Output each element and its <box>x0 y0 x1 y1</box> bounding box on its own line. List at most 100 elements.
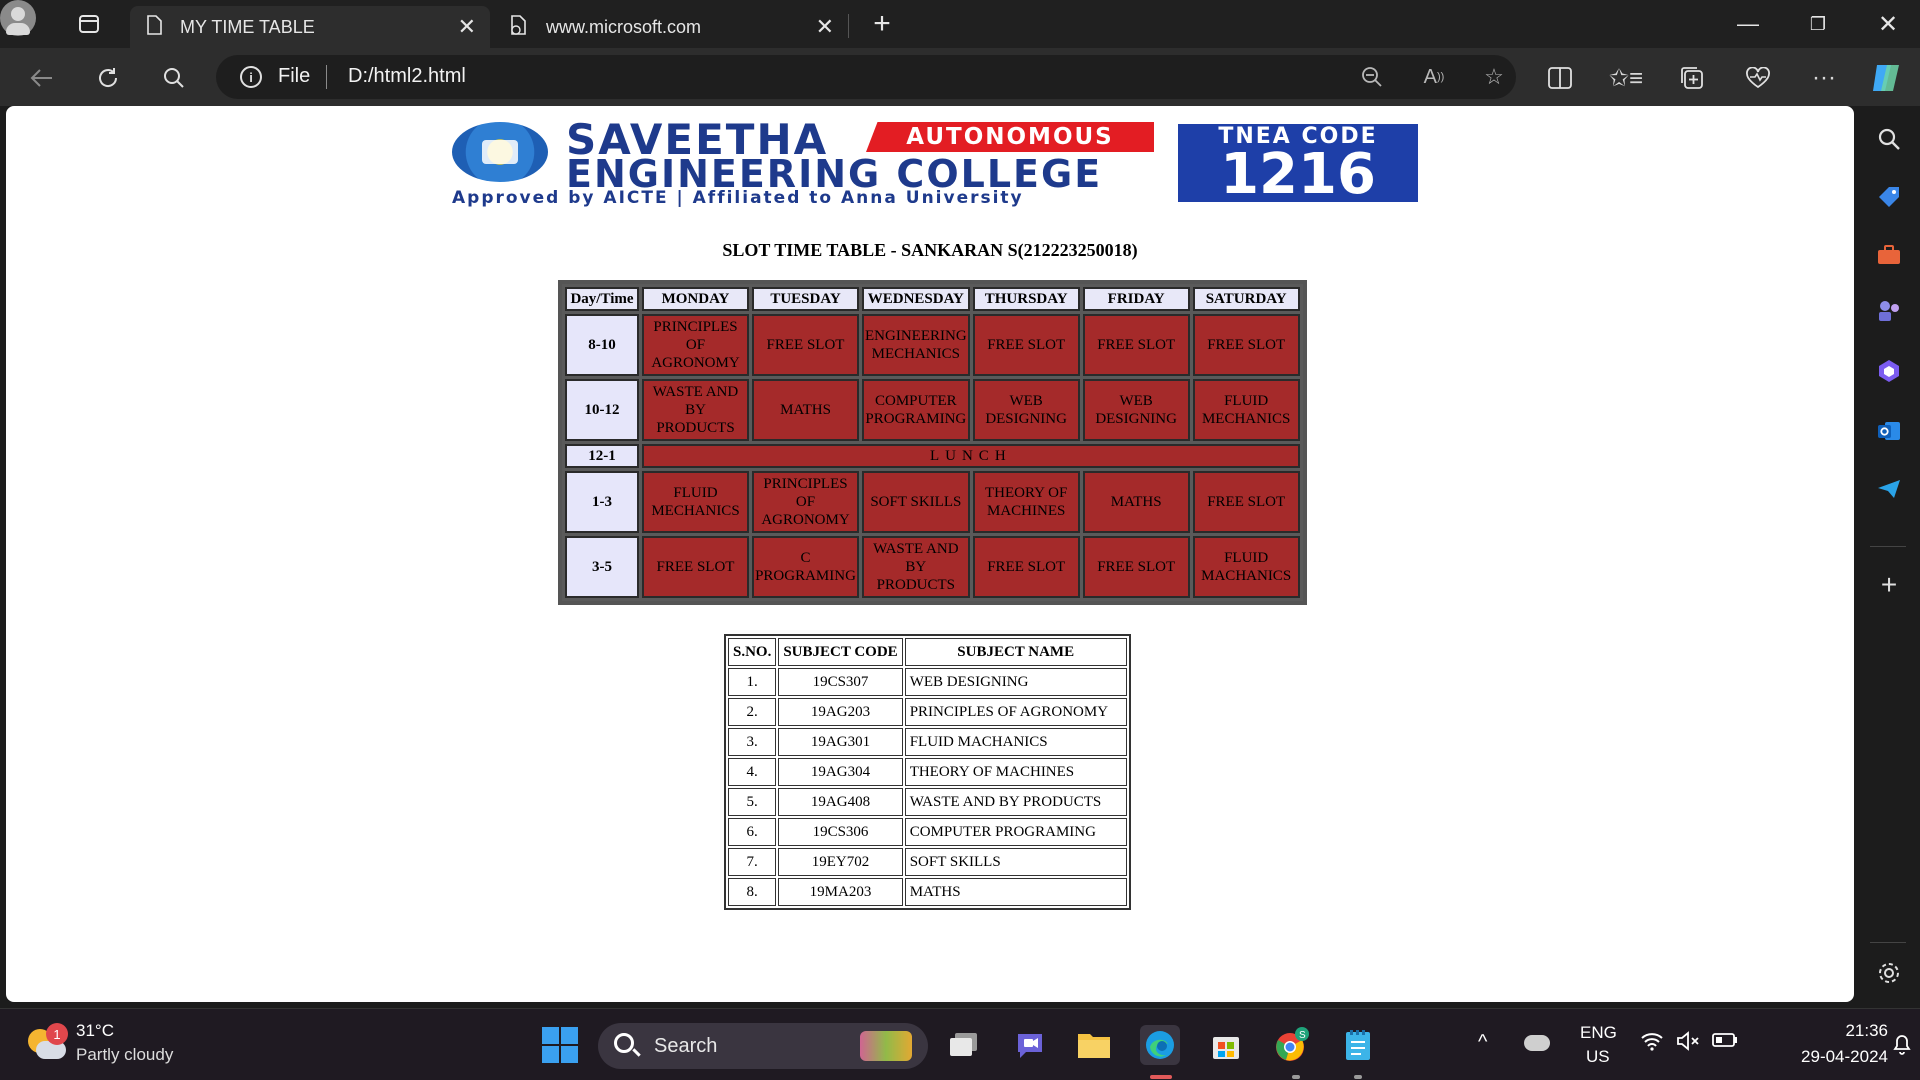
running-indicator <box>1292 1075 1300 1079</box>
copilot-sidebar-icon[interactable] <box>1874 356 1904 386</box>
microsoft-store-icon[interactable] <box>1206 1025 1246 1065</box>
settings-gear-icon[interactable] <box>1874 958 1904 988</box>
chevron-up-icon[interactable]: ^ <box>1478 1031 1487 1054</box>
tab-my-time-table[interactable]: MY TIME TABLE ✕ <box>130 6 490 48</box>
name-cell: COMPUTER PROGRAMING <box>904 818 1127 846</box>
task-view-icon[interactable] <box>944 1025 984 1065</box>
window-close-button[interactable]: ✕ <box>1860 0 1916 48</box>
file-explorer-icon[interactable] <box>1074 1025 1114 1065</box>
table-row: 5. 19AG408 WASTE AND BY PRODUCTS <box>728 788 1127 816</box>
address-url[interactable]: D:/html2.html <box>348 65 466 88</box>
close-tab-icon[interactable]: ✕ <box>458 14 476 40</box>
sidebar-search-icon[interactable] <box>1874 124 1904 154</box>
slot-cell: THEORY OF MACHINES <box>972 471 1080 533</box>
split-screen-icon[interactable] <box>1540 58 1580 98</box>
time-cell: 1-3 <box>565 471 639 533</box>
new-tab-button[interactable]: + <box>862 0 902 48</box>
volume-muted-icon[interactable] <box>1676 1031 1702 1057</box>
edge-browser-icon[interactable] <box>1140 1025 1180 1065</box>
header-day-time: Day/Time <box>565 287 639 311</box>
more-options-icon[interactable]: ··· <box>1804 58 1844 98</box>
header-tuesday: TUESDAY <box>752 287 859 311</box>
games-icon[interactable] <box>1874 296 1904 326</box>
header-thursday: THURSDAY <box>972 287 1080 311</box>
slot-cell: PRINCIPLES OF AGRONOMY <box>752 471 859 533</box>
read-aloud-icon[interactable]: A)) <box>1418 61 1450 93</box>
clock-date[interactable]: 29-04-2024 <box>1760 1047 1888 1067</box>
language-region[interactable]: US <box>1586 1047 1610 1067</box>
collections-icon[interactable] <box>1672 58 1712 98</box>
search-icon[interactable] <box>154 58 194 98</box>
browser-essentials-icon[interactable] <box>1738 58 1778 98</box>
timetable-header-row: Day/Time MONDAY TUESDAY WEDNESDAY THURSD… <box>565 287 1300 311</box>
brand-subline: Approved by AICTE | Affiliated to Anna U… <box>452 188 1024 208</box>
tools-briefcase-icon[interactable] <box>1874 240 1904 270</box>
code-cell: 19AG304 <box>778 758 903 786</box>
code-cell: 19AG203 <box>778 698 903 726</box>
header-wednesday: WEDNESDAY <box>862 287 970 311</box>
weather-description[interactable]: Partly cloudy <box>76 1045 173 1065</box>
tnea-code-box: TNEA CODE 1216 <box>1178 124 1418 203</box>
chrome-icon[interactable]: S <box>1272 1025 1312 1065</box>
edge-sidebar: + <box>1856 106 1920 1002</box>
slot-cell: PRINCIPLES OF AGRONOMY <box>642 314 749 376</box>
outlook-icon[interactable] <box>1874 416 1904 446</box>
favorite-star-icon[interactable]: ☆ <box>1478 61 1510 93</box>
zoom-out-icon[interactable] <box>1356 61 1388 93</box>
slot-cell: FREE SLOT <box>1082 536 1190 598</box>
header-subject-name: SUBJECT NAME <box>904 638 1127 666</box>
teams-chat-icon[interactable] <box>1010 1025 1050 1065</box>
battery-icon[interactable] <box>1712 1031 1738 1054</box>
slot-cell: FREE SLOT <box>972 536 1080 598</box>
slot-cell: FREE SLOT <box>1192 471 1300 533</box>
address-bar[interactable]: i File D:/html2.html A)) ☆ <box>216 55 1516 99</box>
slot-cell: FLUID MECHANICS <box>642 471 749 533</box>
slot-cell: SOFT SKILLS <box>862 471 970 533</box>
taskbar-search[interactable]: Search <box>598 1023 928 1069</box>
onedrive-cloud-icon[interactable] <box>1524 1035 1550 1051</box>
timetable-row: 3-5 FREE SLOT C PROGRAMING WASTE AND BY … <box>565 536 1300 598</box>
restore-button[interactable]: ❐ <box>1790 0 1846 48</box>
wifi-icon[interactable] <box>1640 1031 1664 1057</box>
sno-cell: 1. <box>728 668 777 696</box>
notification-bell-icon[interactable] <box>1892 1033 1912 1061</box>
timetable-row: 8-10 PRINCIPLES OF AGRONOMY FREE SLOT EN… <box>565 314 1300 376</box>
title-bar: MY TIME TABLE ✕ www.microsoft.com ✕ + — … <box>0 0 1920 48</box>
sno-cell: 7. <box>728 848 777 876</box>
svg-text:S: S <box>1299 1030 1306 1041</box>
back-button[interactable] <box>22 58 62 98</box>
page-title: SLOT TIME TABLE - SANKARAN S(21222325001… <box>722 240 1138 260</box>
time-cell: 8-10 <box>565 314 639 376</box>
telegram-send-icon[interactable] <box>1874 474 1904 504</box>
clock-time[interactable]: 21:36 <box>1798 1021 1888 1041</box>
tab-actions-icon[interactable] <box>74 0 104 48</box>
tab-microsoft[interactable]: www.microsoft.com ✕ <box>498 6 848 48</box>
running-indicator <box>1354 1075 1362 1079</box>
notepad-icon[interactable] <box>1338 1025 1378 1065</box>
table-row: 3. 19AG301 FLUID MACHANICS <box>728 728 1127 756</box>
name-cell: WASTE AND BY PRODUCTS <box>904 788 1127 816</box>
minimize-button[interactable]: — <box>1720 0 1776 48</box>
name-cell: FLUID MACHANICS <box>904 728 1127 756</box>
code-cell: 19CS306 <box>778 818 903 846</box>
refresh-button[interactable] <box>88 58 128 98</box>
favorites-icon[interactable]: ✩≡ <box>1606 58 1646 98</box>
header-monday: MONDAY <box>642 287 749 311</box>
timetable-row: 1-3 FLUID MECHANICS PRINCIPLES OF AGRONO… <box>565 471 1300 533</box>
name-cell: SOFT SKILLS <box>904 848 1127 876</box>
info-icon[interactable]: i <box>240 66 262 88</box>
table-row: 7. 19EY702 SOFT SKILLS <box>728 848 1127 876</box>
autonomous-badge: AUTONOMOUS <box>866 122 1154 152</box>
shopping-tag-icon[interactable] <box>1874 182 1904 212</box>
college-logo-banner: SAVEETHA AUTONOMOUS ENGINEERING COLLEGE … <box>446 118 1426 208</box>
copilot-icon[interactable] <box>1866 58 1906 98</box>
start-button[interactable] <box>540 1025 580 1065</box>
code-cell: 19MA203 <box>778 878 903 906</box>
add-sidebar-app-icon[interactable]: + <box>1874 569 1904 600</box>
close-tab-icon[interactable]: ✕ <box>816 14 834 40</box>
timetable-lunch-row: 12-1 LUNCH <box>565 444 1300 468</box>
slot-cell: FREE SLOT <box>1082 314 1190 376</box>
profile-avatar[interactable] <box>0 0 36 36</box>
weather-temperature[interactable]: 31°C <box>76 1021 114 1041</box>
language-indicator[interactable]: ENG <box>1580 1023 1617 1043</box>
